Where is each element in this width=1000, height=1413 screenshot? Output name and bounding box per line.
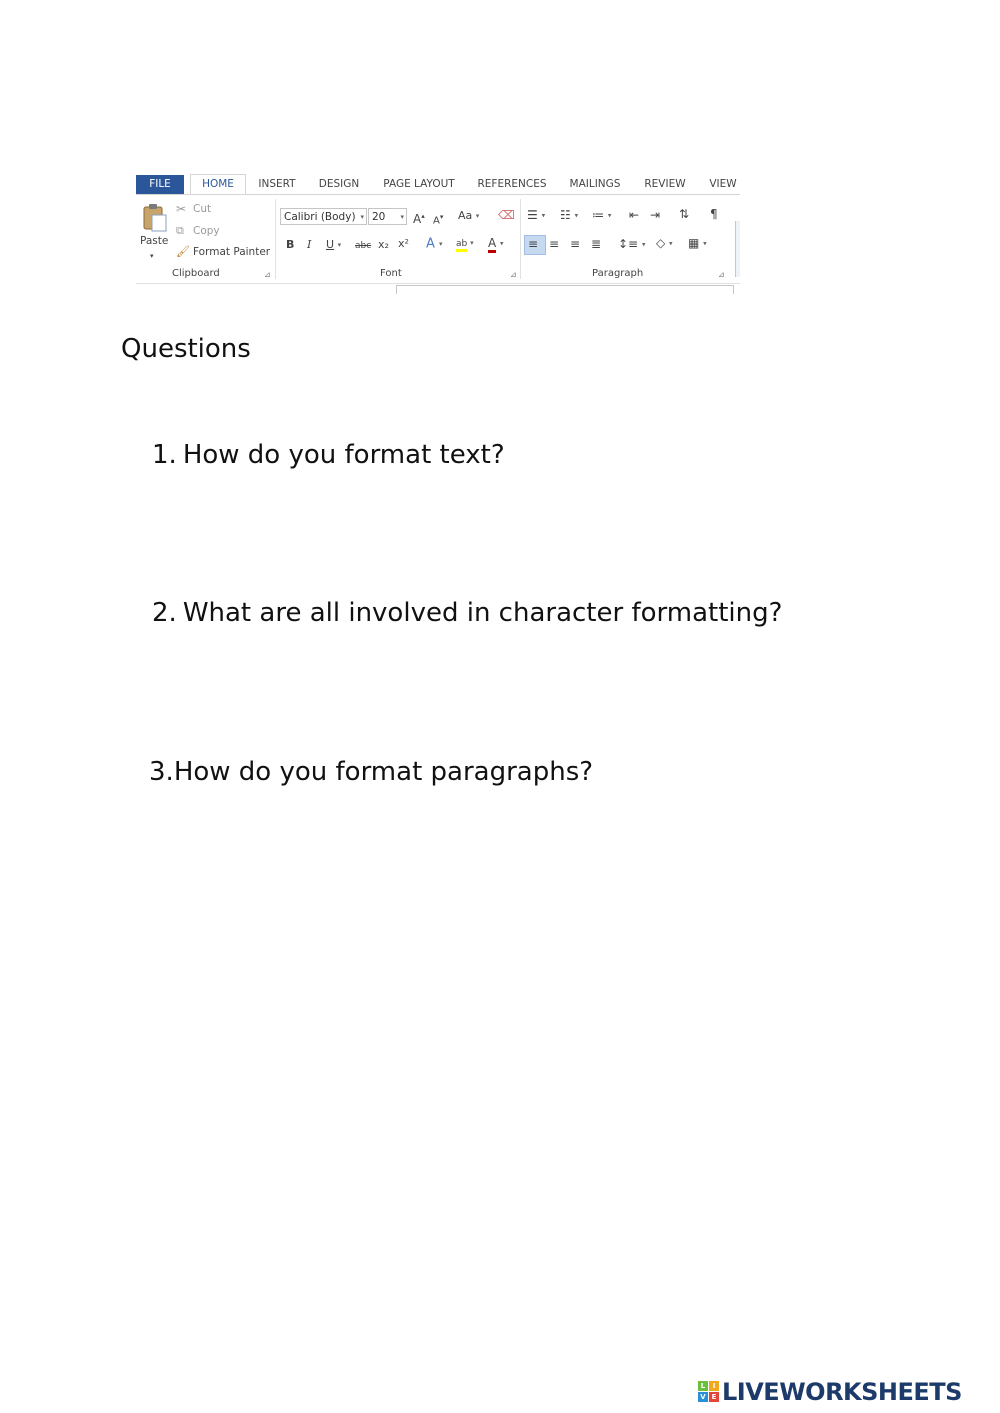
tab-references[interactable]: REFERENCES — [476, 175, 548, 194]
word-ribbon: FILE HOME INSERT DESIGN PAGE LAYOUT REFE… — [136, 174, 740, 294]
font-launcher-icon[interactable]: ⊿ — [510, 270, 517, 279]
change-case-button[interactable]: Aa ▾ — [458, 209, 479, 223]
format-painter-button[interactable]: Format Painter — [193, 246, 270, 258]
clear-formatting-icon[interactable]: ⌫ — [498, 208, 515, 222]
subscript-button[interactable]: x₂ — [378, 238, 389, 252]
group-separator — [275, 199, 276, 279]
paste-icon[interactable] — [142, 203, 168, 233]
ruler-edge — [733, 285, 734, 294]
tab-home[interactable]: HOME — [190, 174, 246, 195]
grow-font-icon[interactable]: A▴ — [413, 209, 425, 226]
tab-mailings[interactable]: MAILINGS — [564, 175, 626, 194]
font-size-combo[interactable]: 20 ▾ — [368, 208, 407, 225]
logo-text: LIVEWORKSHEETS — [722, 1378, 962, 1406]
tab-file[interactable]: FILE — [136, 175, 184, 194]
tab-page-layout[interactable]: PAGE LAYOUT — [380, 175, 458, 194]
multilevel-list-icon[interactable]: ≔ ▾ — [592, 208, 611, 223]
tab-insert[interactable]: INSERT — [254, 175, 300, 194]
copy-icon: ⧉ — [176, 224, 184, 237]
decrease-indent-icon[interactable]: ⇤ — [629, 208, 639, 222]
numbering-icon[interactable]: ☷ ▾ — [560, 208, 578, 223]
copy-button[interactable]: Copy — [193, 225, 220, 237]
align-center-icon[interactable]: ≡ — [549, 237, 559, 251]
question-1: 1. How do you format text? — [152, 440, 505, 470]
paste-dropdown-icon[interactable]: ▾ — [150, 249, 154, 263]
paragraph-group-label: Paragraph — [592, 268, 644, 279]
ribbon-home-panel: Paste ▾ ✂ Cut ⧉ Copy 🖌 Format Painter Cl… — [136, 194, 740, 284]
font-color-button[interactable]: A ▾ — [488, 236, 504, 253]
question-number: 1. — [152, 440, 177, 470]
borders-icon[interactable]: ▦ ▾ — [688, 236, 707, 251]
styles-gallery-edge — [735, 221, 740, 277]
strikethrough-button[interactable]: abc — [355, 239, 371, 253]
font-name-value: Calibri (Body) — [284, 211, 356, 223]
ruler-edge — [396, 285, 397, 294]
cut-button[interactable]: Cut — [193, 203, 211, 215]
scissors-icon: ✂ — [176, 202, 187, 216]
question-2: 2. What are all involved in character for… — [152, 598, 782, 628]
question-text: How do you format text? — [182, 440, 505, 470]
align-right-icon[interactable]: ≡ — [570, 237, 580, 251]
tab-view[interactable]: VIEW — [706, 175, 740, 194]
paragraph-launcher-icon[interactable]: ⊿ — [718, 270, 725, 279]
justify-icon[interactable]: ≣ — [591, 237, 601, 251]
clipboard-group-label: Clipboard — [172, 268, 220, 279]
italic-button[interactable]: I — [307, 238, 311, 252]
question-text: What are all involved in character forma… — [182, 598, 783, 628]
paste-button[interactable]: Paste — [140, 235, 168, 247]
increase-indent-icon[interactable]: ⇥ — [650, 208, 660, 222]
underline-button[interactable]: U ▾ — [326, 238, 341, 252]
page-title: Questions — [121, 334, 251, 364]
ruler-edge — [396, 285, 734, 286]
chevron-down-icon: ▾ — [360, 213, 364, 221]
shading-icon[interactable]: ◇ ▾ — [656, 236, 673, 251]
font-group-label: Font — [380, 268, 402, 279]
tab-design[interactable]: DESIGN — [314, 175, 364, 194]
bullets-icon[interactable]: ☰ ▾ — [527, 208, 545, 223]
logo-mark-icon: L I V E — [698, 1381, 720, 1403]
align-left-icon[interactable]: ≡ — [528, 237, 538, 251]
clipboard-launcher-icon[interactable]: ⊿ — [264, 270, 271, 279]
question-3: 3.How do you format paragraphs? — [149, 757, 593, 787]
tab-review[interactable]: REVIEW — [640, 175, 690, 194]
shrink-font-icon[interactable]: A▾ — [433, 210, 443, 228]
highlight-button[interactable]: ab ▾ — [456, 236, 474, 252]
question-number: 3. — [149, 757, 174, 787]
superscript-button[interactable]: x² — [398, 237, 409, 251]
font-size-value: 20 — [372, 211, 386, 223]
sort-icon[interactable]: ⇅ — [679, 207, 689, 221]
line-spacing-icon[interactable]: ↕≡ ▾ — [618, 237, 645, 252]
question-number: 2. — [152, 598, 177, 628]
ribbon-tabs: FILE HOME INSERT DESIGN PAGE LAYOUT REFE… — [136, 174, 740, 195]
font-name-combo[interactable]: Calibri (Body) ▾ — [280, 208, 367, 225]
group-separator — [520, 199, 521, 279]
format-painter-icon: 🖌 — [176, 245, 190, 258]
question-text: How do you format paragraphs? — [173, 757, 594, 787]
chevron-down-icon: ▾ — [400, 213, 404, 221]
show-marks-icon[interactable]: ¶ — [710, 207, 718, 221]
text-effects-button[interactable]: A ▾ — [426, 237, 443, 252]
bold-button[interactable]: B — [286, 238, 294, 252]
